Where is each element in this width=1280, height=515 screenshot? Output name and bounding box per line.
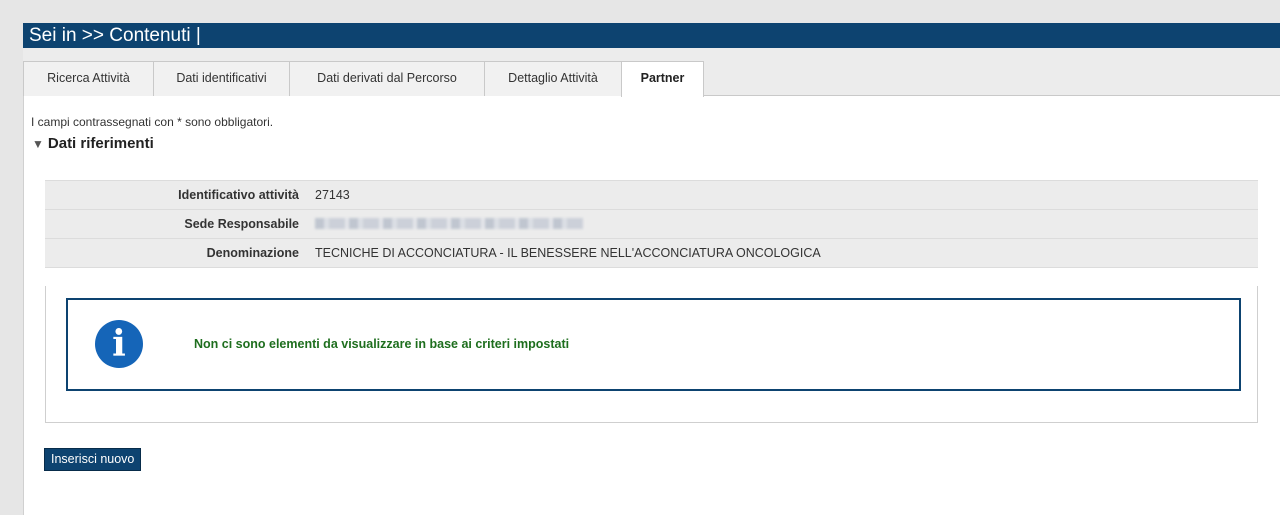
info-row: Sede Responsabile — [45, 210, 1258, 239]
tab-dati-identificativi[interactable]: Dati identificativi — [153, 61, 290, 96]
field-label: Denominazione — [206, 246, 299, 260]
field-label: Sede Responsabile — [184, 217, 299, 231]
triangle-down-icon: ▼ — [32, 137, 44, 151]
section-title: Dati riferimenti — [47, 135, 154, 152]
tab-bar: Ricerca Attività Dati identificativi Dat… — [23, 48, 1280, 97]
info-row: Identificativo attività 27143 — [45, 181, 1258, 210]
main-panel: Sei in >> Contenuti | Ricerca Attività D… — [23, 23, 1280, 515]
insert-new-button[interactable]: Inserisci nuovo — [44, 448, 142, 471]
page-background: Sei in >> Contenuti | Ricerca Attività D… — [0, 0, 1280, 515]
tab-ricerca-attivita[interactable]: Ricerca Attività — [23, 61, 154, 96]
tab-dati-derivati-percorso[interactable]: Dati derivati dal Percorso — [289, 61, 485, 96]
empty-results-message: i Non ci sono elementi da visualizzare i… — [66, 298, 1241, 391]
tab-partner[interactable]: Partner — [621, 61, 704, 97]
tab-content: I campi contrassegnati con * sono obblig… — [23, 96, 1280, 515]
results-container: i Non ci sono elementi da visualizzare i… — [45, 286, 1258, 423]
field-value-sede-redacted — [315, 210, 583, 239]
tab-dettaglio-attivita[interactable]: Dettaglio Attività — [484, 61, 622, 96]
section-header[interactable]: ▼ Dati riferimenti — [32, 135, 154, 152]
field-label: Identificativo attività — [178, 188, 299, 202]
field-value-identificativo: 27143 — [315, 188, 350, 202]
message-text: Non ci sono elementi da visualizzare in … — [194, 337, 570, 351]
info-table: Identificativo attività 27143 Sede Respo… — [45, 180, 1258, 268]
page-title: Sei in >> Contenuti | — [23, 23, 1280, 48]
required-fields-note: I campi contrassegnati con * sono obblig… — [31, 115, 274, 129]
field-value-denominazione: TECNICHE DI ACCONCIATURA - IL BENESSERE … — [315, 246, 821, 260]
info-icon: i — [95, 320, 143, 368]
info-row: Denominazione TECNICHE DI ACCONCIATURA -… — [45, 239, 1258, 268]
redacted-text — [315, 218, 583, 229]
